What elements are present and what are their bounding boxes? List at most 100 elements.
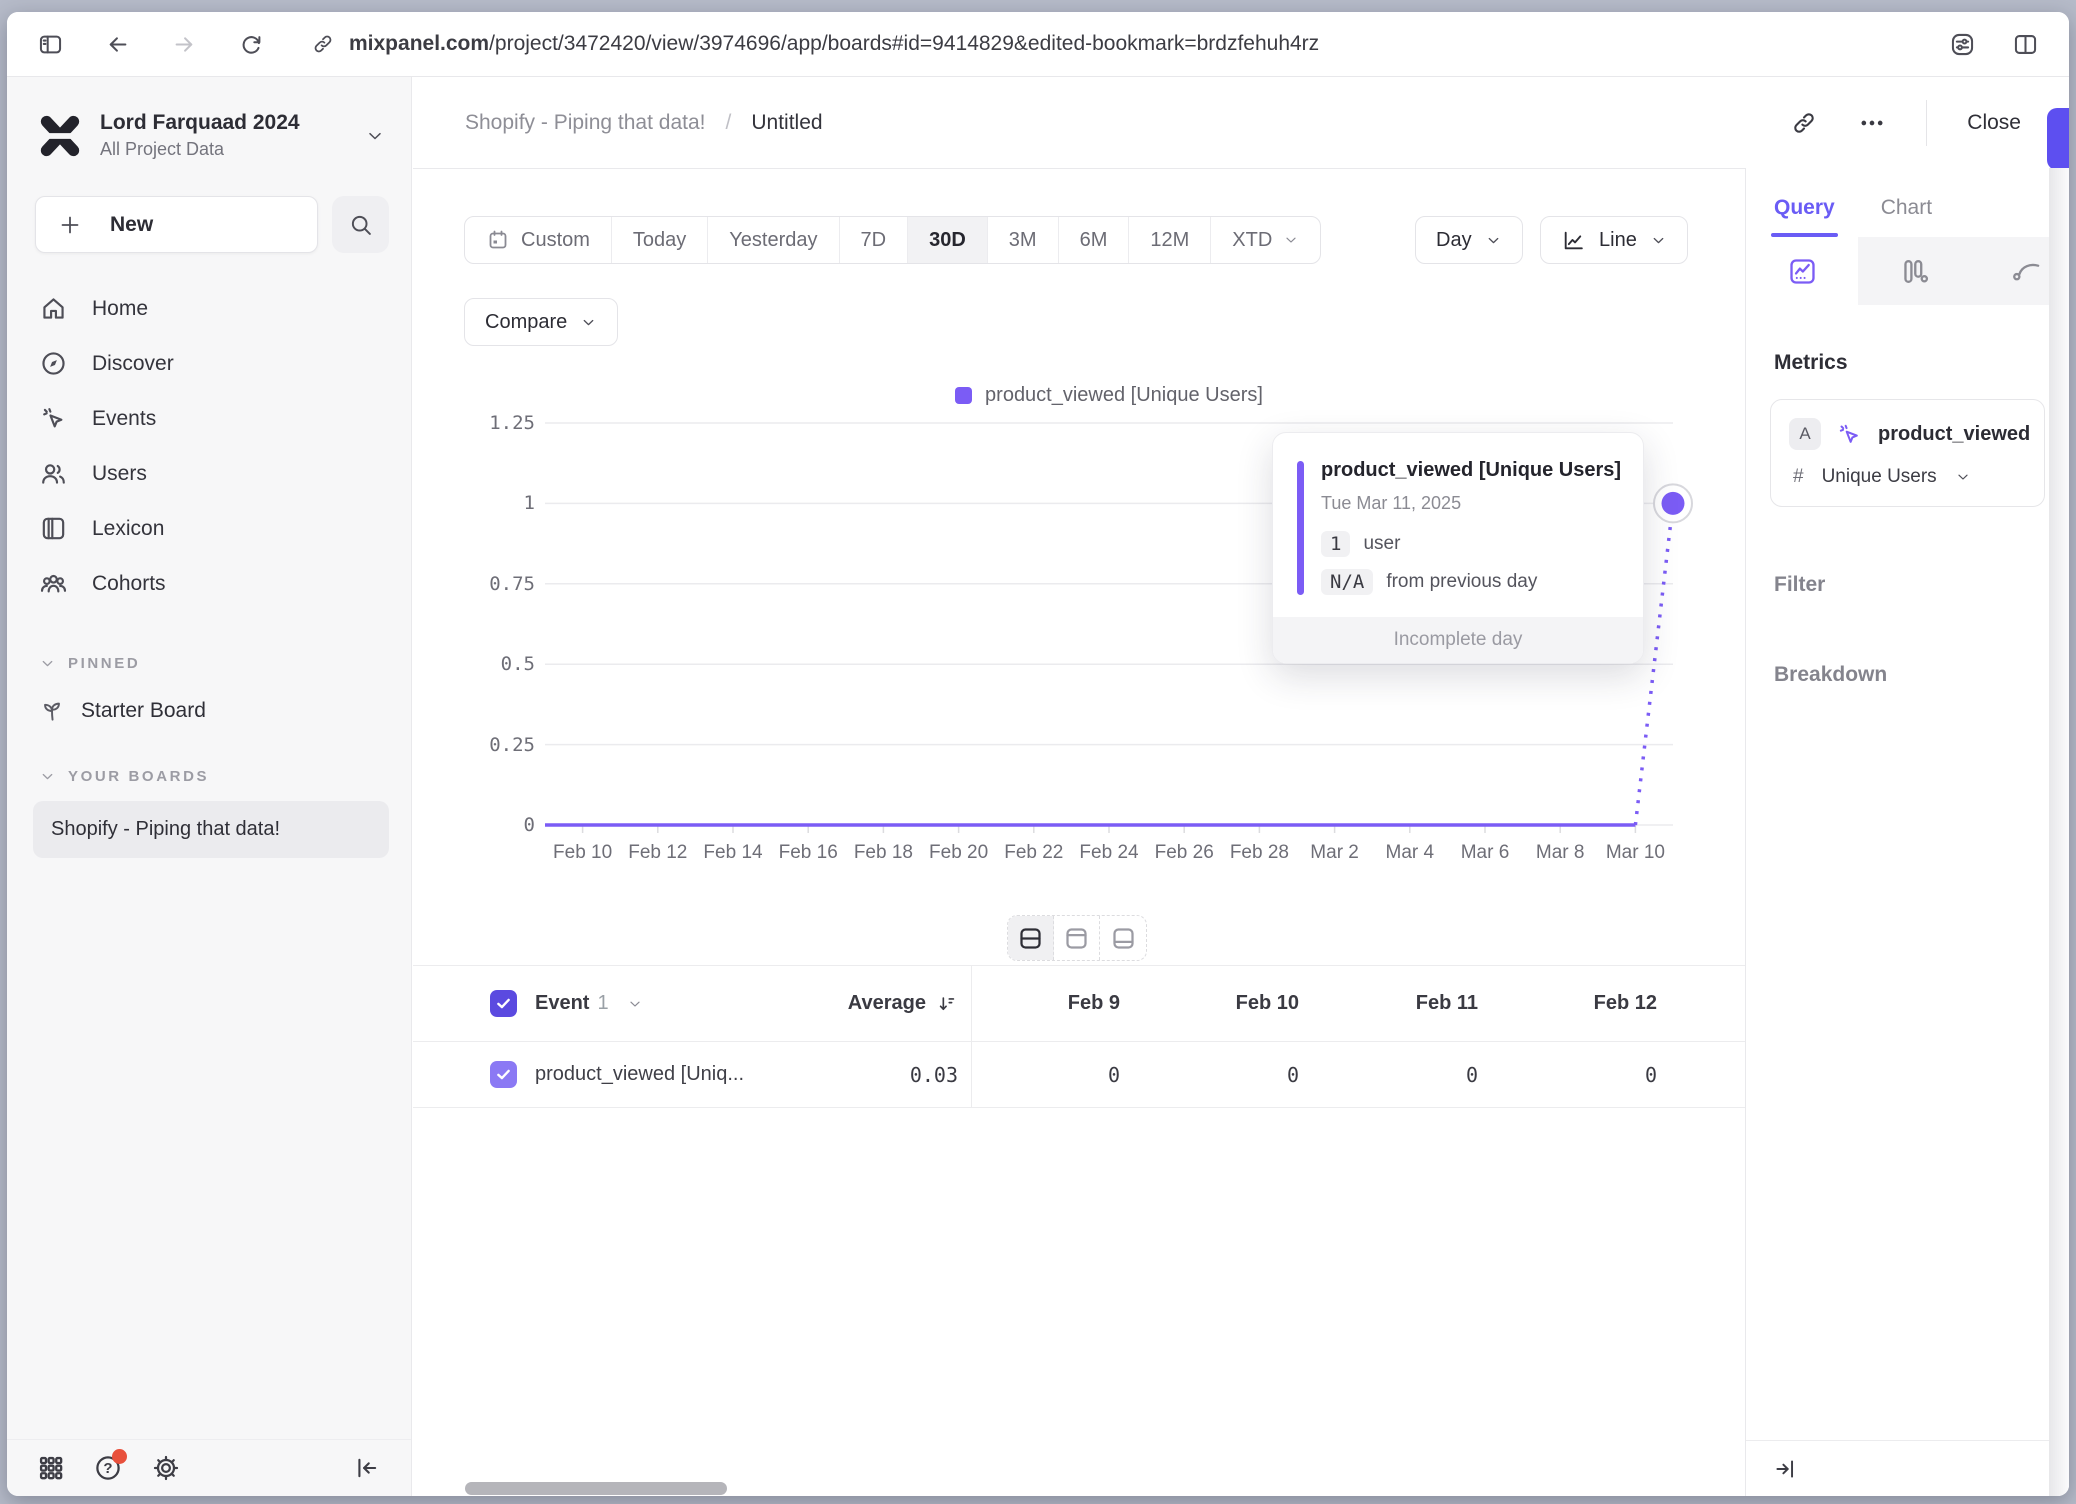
pinned-section-header[interactable]: PINNED — [39, 655, 379, 672]
collapse-sidebar-icon[interactable] — [353, 1454, 381, 1482]
sidebar-item-events[interactable]: Events — [7, 391, 411, 446]
range-xtd[interactable]: XTD — [1211, 217, 1320, 263]
split-view-icon[interactable] — [2012, 31, 2039, 58]
search-button[interactable] — [332, 196, 389, 253]
help-button[interactable]: ? — [93, 1453, 123, 1483]
range-30d-selected[interactable]: 30D — [908, 217, 988, 263]
tab-chart[interactable]: Chart — [1881, 196, 1932, 237]
svg-text:?: ? — [103, 1460, 112, 1477]
layout-split-icon[interactable] — [1008, 916, 1054, 960]
horizontal-scrollbar-thumb[interactable] — [465, 1482, 727, 1495]
extensions-icon[interactable] — [1949, 31, 1976, 58]
range-today[interactable]: Today — [612, 217, 708, 263]
layout-top-icon[interactable] — [1054, 916, 1100, 960]
data-point-dot[interactable] — [1662, 492, 1685, 515]
reload-icon[interactable] — [238, 31, 265, 58]
range-custom[interactable]: Custom — [465, 217, 612, 263]
sidebar-item-cohorts[interactable]: Cohorts — [7, 556, 411, 611]
x-axis-tick-label: Feb 16 — [779, 842, 838, 864]
forward-icon[interactable] — [171, 31, 198, 58]
metric-aggregation-value: Unique Users — [1822, 466, 1937, 488]
events-icon — [39, 404, 68, 433]
x-axis-tick-label: Feb 18 — [854, 842, 913, 864]
chevron-down-icon — [365, 126, 385, 146]
event-column-dropdown[interactable]: Event1 — [535, 992, 609, 1015]
breakdown-section-label: Breakdown — [1774, 663, 2069, 687]
x-axis-tick-label: Mar 6 — [1461, 842, 1510, 864]
breadcrumb-report-title[interactable]: Untitled — [751, 111, 822, 135]
granularity-dropdown[interactable]: Day — [1415, 216, 1523, 264]
range-12m[interactable]: 12M — [1129, 217, 1211, 263]
url-host: mixpanel.com — [349, 32, 489, 55]
browser-window: mixpanel.com/project/3472420/view/397469… — [7, 12, 2069, 1496]
address-bar[interactable]: mixpanel.com/project/3472420/view/397469… — [311, 32, 1909, 56]
chevron-down-icon — [1650, 232, 1667, 249]
sidebar-item-discover[interactable]: Discover — [7, 336, 411, 391]
back-icon[interactable] — [104, 31, 131, 58]
tooltip-value: 1 — [1321, 531, 1350, 557]
x-axis-tick-label: Mar 8 — [1536, 842, 1585, 864]
copy-link-icon[interactable] — [1790, 109, 1818, 137]
x-axis-tick-label: Feb 22 — [1004, 842, 1063, 864]
metric-card[interactable]: A product_viewed # Unique Users — [1770, 399, 2045, 507]
more-options-icon[interactable] — [1858, 109, 1886, 137]
new-button[interactable]: New — [35, 196, 318, 253]
sidebar-item-lexicon[interactable]: Lexicon — [7, 501, 411, 556]
sidebar-toggle-icon[interactable] — [37, 31, 64, 58]
discover-icon — [39, 349, 68, 378]
metric-aggregation-dropdown[interactable]: # Unique Users — [1789, 466, 2026, 488]
row-checkbox[interactable] — [490, 1061, 517, 1088]
cell-value: 0 — [1151, 1063, 1330, 1087]
select-all-checkbox[interactable] — [490, 990, 517, 1017]
retention-tab-icon[interactable] — [1970, 237, 2049, 305]
average-sort-header[interactable]: Average — [848, 992, 958, 1015]
sidebar-item-users[interactable]: Users — [7, 446, 411, 501]
insights-tab-icon[interactable] — [1746, 237, 1858, 305]
event-icon — [1836, 421, 1863, 448]
primary-action-button[interactable] — [2047, 108, 2069, 170]
chevron-down-icon — [1283, 232, 1299, 248]
vertical-scrollbar-gutter[interactable] — [2049, 168, 2069, 1496]
settings-gear-icon[interactable] — [151, 1453, 181, 1483]
lexicon-icon — [39, 514, 68, 543]
range-7d[interactable]: 7D — [840, 217, 909, 263]
column-header: Feb 12 — [1509, 992, 1688, 1015]
apps-grid-icon[interactable] — [37, 1454, 65, 1482]
row-series-name[interactable]: product_viewed [Uniq... — [535, 1063, 744, 1086]
x-axis-tick-label: Feb 20 — [929, 842, 988, 864]
tooltip-delta: N/A — [1321, 569, 1373, 595]
sidebar-item-active-board[interactable]: Shopify - Piping that data! — [33, 801, 389, 858]
column-header: Feb 10 — [1151, 992, 1330, 1015]
workspace-switcher[interactable]: Lord Farquaad 2024 All Project Data — [37, 111, 385, 160]
y-axis-tick-label: 0.25 — [489, 734, 535, 756]
range-yesterday[interactable]: Yesterday — [708, 217, 839, 263]
range-3m[interactable]: 3M — [988, 217, 1059, 263]
chart-legend-item[interactable]: product_viewed [Unique Users] — [545, 384, 1673, 407]
sidebar-item-home[interactable]: Home — [7, 281, 411, 336]
chevron-down-icon — [580, 314, 597, 331]
sidebar-item-label: Lexicon — [92, 517, 164, 541]
sidebar-item-starter-board[interactable]: Starter Board — [39, 698, 379, 724]
sprout-icon — [39, 698, 65, 724]
close-button[interactable]: Close — [1967, 111, 2021, 135]
sort-icon — [936, 993, 958, 1015]
y-axis-tick-label: 1 — [524, 492, 535, 514]
x-axis-tick-label: Mar 2 — [1310, 842, 1359, 864]
workspace-subtitle: All Project Data — [100, 139, 348, 160]
breadcrumb-board[interactable]: Shopify - Piping that data! — [465, 111, 706, 135]
hash-symbol: # — [1793, 466, 1804, 488]
your-boards-section-header[interactable]: YOUR BOARDS — [39, 768, 379, 785]
board-header: Shopify - Piping that data! / Untitled C… — [413, 77, 2069, 168]
compare-button[interactable]: Compare — [464, 298, 618, 346]
range-6m[interactable]: 6M — [1059, 217, 1130, 263]
chart-type-dropdown[interactable]: Line — [1540, 216, 1688, 264]
funnels-tab-icon[interactable] — [1858, 237, 1970, 305]
table-row: product_viewed [Uniq... 0.03 0 0 0 0 — [413, 1041, 1745, 1108]
mixpanel-logo — [37, 113, 83, 159]
expand-panel-icon[interactable] — [1772, 1456, 1798, 1482]
breadcrumb-separator: / — [726, 111, 732, 135]
chevron-down-icon — [1485, 232, 1502, 249]
tab-query[interactable]: Query — [1774, 196, 1835, 237]
layout-bottom-icon[interactable] — [1100, 916, 1146, 960]
sidebar-item-label: Users — [92, 462, 147, 486]
